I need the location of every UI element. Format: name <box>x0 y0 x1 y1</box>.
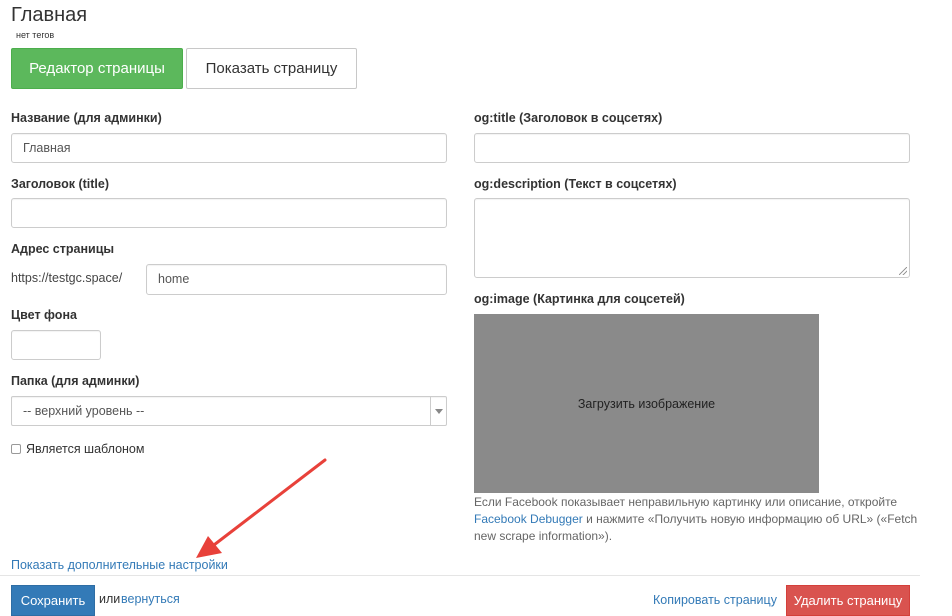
back-link[interactable]: вернуться <box>121 592 180 606</box>
footer-divider <box>0 575 920 576</box>
delete-page-button[interactable]: Удалить страницу <box>786 585 910 616</box>
or-text: или <box>99 592 121 606</box>
copy-page-link[interactable]: Копировать страницу <box>653 593 777 607</box>
save-button[interactable]: Сохранить <box>11 585 95 616</box>
annotation-arrow <box>196 458 327 558</box>
